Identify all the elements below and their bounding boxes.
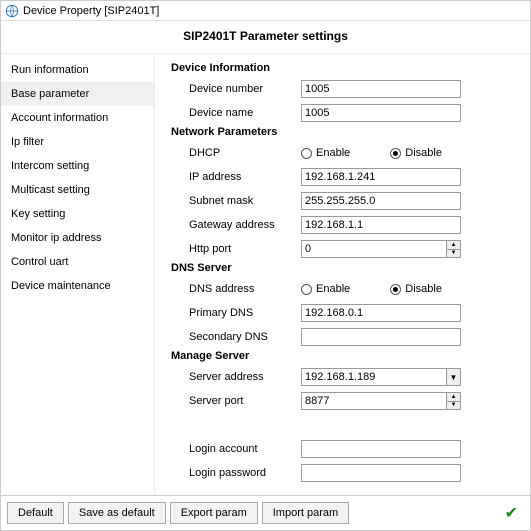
- radio-icon: [390, 148, 401, 159]
- sidebar-item-ip-filter[interactable]: Ip filter: [1, 130, 154, 154]
- server-address-label: Server address: [171, 371, 301, 383]
- sidebar-item-label: Intercom setting: [11, 160, 89, 172]
- radio-text: Enable: [316, 283, 350, 295]
- device-name-input[interactable]: [301, 104, 461, 122]
- gateway-address-input[interactable]: [301, 216, 461, 234]
- check-icon: ✔: [505, 503, 524, 523]
- sidebar-item-label: Device maintenance: [11, 280, 111, 292]
- dns-enable-radio[interactable]: Enable: [301, 283, 350, 295]
- sidebar-item-label: Run information: [11, 64, 89, 76]
- secondary-dns-input[interactable]: [301, 328, 461, 346]
- subnet-mask-label: Subnet mask: [171, 195, 301, 207]
- sidebar-item-label: Multicast setting: [11, 184, 90, 196]
- http-port-spin-up-icon[interactable]: ▲: [446, 241, 460, 249]
- radio-text: Disable: [405, 147, 442, 159]
- http-port-label: Http port: [171, 243, 301, 255]
- server-address-dropdown-icon[interactable]: ▼: [446, 369, 460, 385]
- section-device-information: Device Information: [171, 62, 520, 74]
- server-port-input[interactable]: [301, 392, 461, 410]
- sidebar-item-monitor-ip-address[interactable]: Monitor ip address: [1, 226, 154, 250]
- device-name-label: Device name: [171, 107, 301, 119]
- login-account-input[interactable]: [301, 440, 461, 458]
- server-address-input[interactable]: [301, 368, 461, 386]
- ip-address-input[interactable]: [301, 168, 461, 186]
- sidebar-item-device-maintenance[interactable]: Device maintenance: [1, 274, 154, 298]
- device-number-label: Device number: [171, 83, 301, 95]
- http-port-input[interactable]: [301, 240, 461, 258]
- sidebar-item-label: Key setting: [11, 208, 65, 220]
- section-dns-server: DNS Server: [171, 262, 520, 274]
- sidebar-item-account-information[interactable]: Account information: [1, 106, 154, 130]
- primary-dns-label: Primary DNS: [171, 307, 301, 319]
- sidebar-item-intercom-setting[interactable]: Intercom setting: [1, 154, 154, 178]
- sidebar-item-label: Control uart: [11, 256, 68, 268]
- globe-icon: [5, 4, 19, 18]
- import-param-button[interactable]: Import param: [262, 502, 349, 524]
- dns-disable-radio[interactable]: Disable: [390, 283, 442, 295]
- sidebar-item-base-parameter[interactable]: Base parameter: [1, 82, 154, 106]
- window-title: Device Property [SIP2401T]: [23, 5, 159, 17]
- ip-address-label: IP address: [171, 171, 301, 183]
- radio-icon: [390, 284, 401, 295]
- sidebar-item-key-setting[interactable]: Key setting: [1, 202, 154, 226]
- sidebar-item-multicast-setting[interactable]: Multicast setting: [1, 178, 154, 202]
- subnet-mask-input[interactable]: [301, 192, 461, 210]
- sidebar-item-run-information[interactable]: Run information: [1, 58, 154, 82]
- http-port-spin-down-icon[interactable]: ▼: [446, 249, 460, 258]
- login-password-input[interactable]: [301, 464, 461, 482]
- gateway-address-label: Gateway address: [171, 219, 301, 231]
- login-password-label: Login password: [171, 467, 301, 479]
- primary-dns-input[interactable]: [301, 304, 461, 322]
- dhcp-disable-radio[interactable]: Disable: [390, 147, 442, 159]
- page-title: SIP2401T Parameter settings: [1, 21, 530, 53]
- device-number-input[interactable]: [301, 80, 461, 98]
- radio-text: Disable: [405, 283, 442, 295]
- sidebar-item-label: Account information: [11, 112, 108, 124]
- sidebar-item-label: Monitor ip address: [11, 232, 102, 244]
- body: Run information Base parameter Account i…: [1, 53, 530, 495]
- default-button[interactable]: Default: [7, 502, 64, 524]
- sidebar-item-control-uart[interactable]: Control uart: [1, 250, 154, 274]
- server-port-spin-up-icon[interactable]: ▲: [446, 393, 460, 401]
- dhcp-label: DHCP: [171, 147, 301, 159]
- radio-icon: [301, 284, 312, 295]
- radio-icon: [301, 148, 312, 159]
- sidebar-item-label: Ip filter: [11, 136, 44, 148]
- dns-address-label: DNS address: [171, 283, 301, 295]
- sidebar-item-label: Base parameter: [11, 88, 89, 100]
- section-network-parameters: Network Parameters: [171, 126, 520, 138]
- server-port-spin-down-icon[interactable]: ▼: [446, 401, 460, 410]
- footer: Default Save as default Export param Imp…: [1, 495, 530, 530]
- save-as-default-button[interactable]: Save as default: [68, 502, 166, 524]
- section-manage-server: Manage Server: [171, 350, 520, 362]
- secondary-dns-label: Secondary DNS: [171, 331, 301, 343]
- radio-text: Enable: [316, 147, 350, 159]
- export-param-button[interactable]: Export param: [170, 502, 258, 524]
- device-property-window: Device Property [SIP2401T] SIP2401T Para…: [0, 0, 531, 531]
- content-panel: Device Information Device number Device …: [155, 54, 530, 495]
- dhcp-enable-radio[interactable]: Enable: [301, 147, 350, 159]
- titlebar: Device Property [SIP2401T]: [1, 1, 530, 21]
- login-account-label: Login account: [171, 443, 301, 455]
- server-port-label: Server port: [171, 395, 301, 407]
- sidebar: Run information Base parameter Account i…: [1, 54, 155, 495]
